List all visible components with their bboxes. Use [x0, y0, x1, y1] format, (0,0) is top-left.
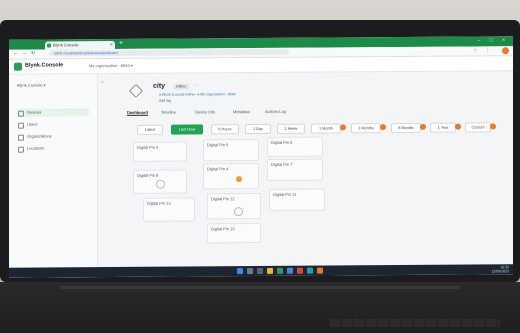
widget-tile[interactable]: Digital Pin 7: [267, 158, 323, 181]
widget-label: Digital Pin 10: [211, 226, 235, 232]
browser-extension-icons[interactable]: ☆ ⋮: [473, 47, 493, 53]
location-icon: [18, 146, 24, 153]
sidebar-item-devices[interactable]: Devices: [17, 108, 89, 117]
tab-timeline[interactable]: Timeline: [161, 110, 176, 115]
widget-tile[interactable]: Digital Pin 4: [203, 163, 259, 190]
widget-label: Digital Pin 13: [147, 200, 171, 206]
widget-tile[interactable]: Digital Pin 13: [143, 197, 195, 222]
widget-label: Digital Pin 11: [273, 191, 297, 197]
tab-metadata[interactable]: Metadata: [233, 109, 250, 114]
widget-tile[interactable]: Digital Pin 12: [207, 193, 261, 220]
organizations-icon: [18, 134, 24, 141]
organization-breadcrumb[interactable]: My organization - 8684 ▾: [89, 63, 133, 68]
task-view-icon[interactable]: [257, 267, 263, 275]
warning-dot-icon: [340, 124, 346, 131]
system-tray-clock[interactable]: 10:35 12/05/2023: [491, 265, 509, 273]
widget-tile[interactable]: Digital Pin 8: [133, 169, 187, 194]
more-options-button[interactable]: ···: [193, 82, 198, 88]
sidebar-item-users[interactable]: Users: [17, 120, 89, 129]
device-owner: ● Blynk.Console Admin ● My organization …: [159, 92, 236, 97]
time-period-selector: Latest Last Hour 6 Hours 1 Day 1 Week 1 …: [121, 122, 501, 135]
app-icon[interactable]: [307, 267, 313, 274]
org-selector[interactable]: Blynk.Console ▾: [17, 83, 46, 88]
forward-icon[interactable]: →: [22, 51, 27, 57]
window-controls[interactable]: – □ ×: [478, 37, 510, 43]
blynk-favicon-icon: [47, 43, 51, 48]
back-icon[interactable]: ←: [13, 51, 18, 57]
warning-dot-icon: [380, 124, 386, 131]
blynk-logo-icon: [14, 62, 22, 71]
browser-tab-title: Blynk.Console: [53, 42, 79, 48]
tab-device-info[interactable]: Device Info: [195, 109, 215, 114]
widget-switch-icon: [234, 207, 243, 217]
sidebar: Blynk.Console ▾ Devices Users Organizati…: [9, 74, 98, 278]
period-6-months-button[interactable]: 6 Months: [391, 122, 421, 134]
period-last-hour-button[interactable]: Last Hour: [171, 124, 203, 135]
widget-label: Digital Pin 12: [211, 196, 235, 202]
add-tag-link[interactable]: Add tag: [159, 99, 171, 103]
period-1-week-button[interactable]: 1 Week: [277, 123, 305, 134]
sidebar-item-organizations[interactable]: Organizations: [17, 132, 89, 141]
period-6-hours-button[interactable]: 6 Hours: [211, 124, 239, 135]
brand-name: Blynk.Console: [25, 62, 64, 69]
widget-indicator-icon: [236, 176, 242, 183]
warning-dot-icon: [420, 123, 426, 130]
device-name: city: [153, 82, 166, 90]
clock-date: 12/05/2023: [491, 269, 509, 274]
chrome-icon[interactable]: [277, 267, 283, 274]
widget-tile[interactable]: Digital Pin 6: [267, 136, 323, 157]
widget-tile[interactable]: Digital Pin 5: [203, 139, 259, 162]
device-tabs: Dashboard Timeline Device Info Metadata …: [127, 107, 487, 118]
laptop-screen: Blynk.Console × + – □ × ← → ↻ blynk.clou…: [9, 36, 513, 278]
start-icon[interactable]: [237, 268, 243, 275]
users-icon: [18, 122, 24, 129]
reload-icon[interactable]: ↻: [31, 51, 35, 57]
sidebar-item-label: Organizations: [27, 133, 52, 139]
sidebar-item-label: Locations: [27, 145, 45, 151]
period-1-month-button[interactable]: 1 Month: [311, 123, 341, 134]
widget-label: Digital Pin 9: [137, 144, 159, 150]
tab-dashboard[interactable]: Dashboard: [127, 109, 148, 116]
widget-label: Digital Pin 8: [137, 172, 159, 178]
widget-switch-icon: [156, 179, 165, 189]
warning-dot-icon: [455, 123, 461, 130]
device-cube-icon: [129, 83, 143, 98]
sidebar-item-label: Users: [27, 121, 38, 127]
period-3-months-button[interactable]: 3 Months: [351, 123, 381, 134]
close-icon[interactable]: ×: [110, 41, 113, 49]
period-latest-button[interactable]: Latest: [137, 124, 163, 135]
device-main-panel: city Offline ··· ● Blynk.Console Admin ●…: [107, 71, 513, 277]
period-custom-button[interactable]: Custom: [465, 122, 491, 133]
tab-actions-log[interactable]: Actions Log: [265, 109, 286, 114]
widget-tile[interactable]: Digital Pin 10: [207, 223, 261, 244]
sidebar-item-locations[interactable]: Locations: [17, 144, 89, 153]
new-tab-button[interactable]: +: [119, 40, 123, 47]
keyboard-strip: [330, 319, 500, 327]
url-input[interactable]: blynk.cloud/dashboard/device/dashboard: [49, 48, 289, 57]
app-icon[interactable]: [317, 267, 323, 274]
period-1-day-button[interactable]: 1 Day: [245, 123, 271, 135]
status-badge: Offline: [173, 83, 190, 90]
app-icon[interactable]: [297, 267, 303, 274]
edge-icon[interactable]: [287, 267, 293, 274]
profile-avatar[interactable]: [502, 47, 509, 55]
widget-label: Digital Pin 7: [271, 161, 293, 167]
period-1-year-button[interactable]: 1 Year: [430, 122, 456, 133]
widget-label: Digital Pin 5: [207, 142, 229, 148]
collapse-sidebar-button[interactable]: «: [101, 79, 104, 85]
laptop-hinge: [60, 286, 460, 289]
widget-tile[interactable]: Digital Pin 11: [269, 188, 325, 211]
devices-icon: [18, 110, 24, 117]
widget-tile[interactable]: Digital Pin 9: [133, 141, 187, 162]
sidebar-item-label: Devices: [27, 109, 42, 115]
laptop-base: [0, 282, 520, 333]
widget-label: Digital Pin 6: [271, 139, 293, 145]
warning-dot-icon: [490, 123, 496, 130]
file-explorer-icon[interactable]: [267, 267, 273, 274]
search-icon[interactable]: [247, 268, 253, 275]
widget-label: Digital Pin 4: [207, 166, 229, 172]
